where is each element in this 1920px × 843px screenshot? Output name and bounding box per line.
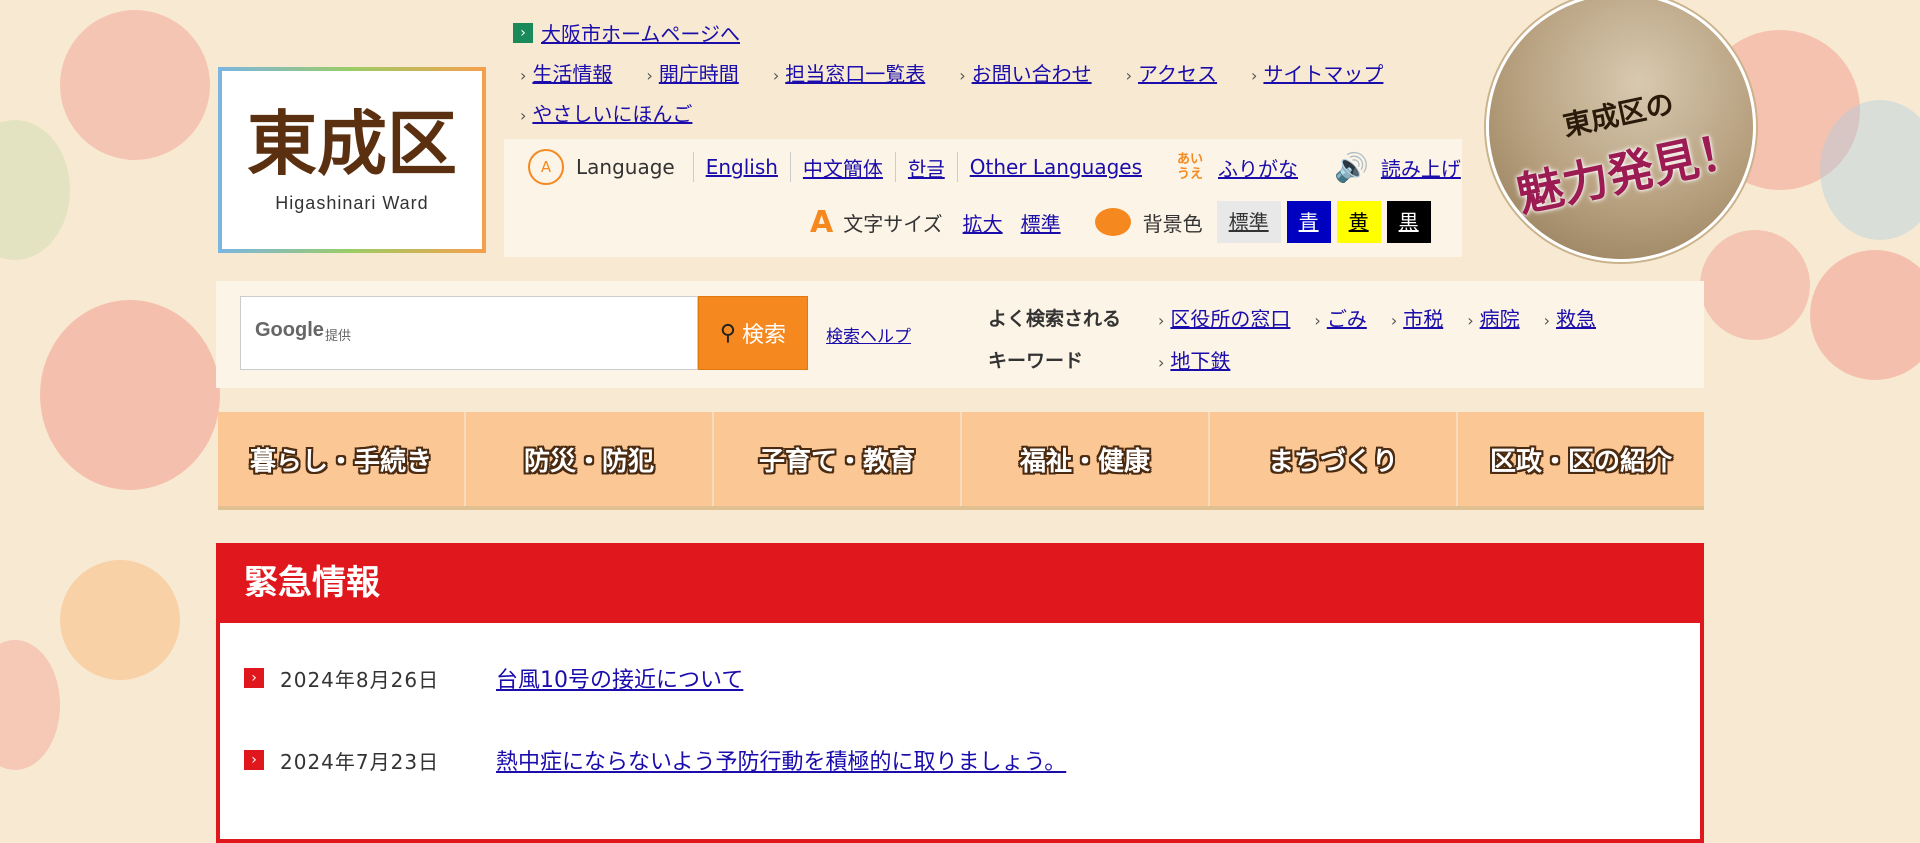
chevron-right-icon: ›	[1125, 66, 1133, 85]
logo-kanji: 東成区	[247, 102, 457, 185]
nav-administration[interactable]: 区政・区の紹介	[1458, 412, 1704, 506]
easy-japanese-row: › やさしいにほんご	[520, 98, 692, 127]
search-button[interactable]: ⚲ 検索	[698, 296, 808, 370]
palette-icon	[1094, 208, 1131, 236]
chevron-right-icon: ›	[520, 66, 527, 85]
chevron-right-icon: ›	[244, 668, 264, 688]
bg-color-blue-button[interactable]: 青	[1286, 201, 1331, 243]
lang-chinese-link[interactable]: 中文簡体	[803, 153, 883, 182]
header-link-row: › 生活情報 › 開庁時間 › 担当窓口一覧表 › お問い合わせ › アクセス › サイトマ…	[520, 58, 1383, 87]
search-help-link[interactable]: 検索ヘルプ	[826, 322, 911, 347]
utility-panel: A Language English 中文簡体 한글 Other Languag…	[504, 139, 1462, 257]
speaker-icon: 🔊	[1334, 150, 1369, 184]
rose-decoration	[1700, 230, 1810, 340]
rose-decoration	[40, 300, 220, 490]
keyword-garbage[interactable]: ごみ	[1327, 307, 1367, 331]
news-date: 2024年8月26日	[280, 667, 440, 692]
search-button-label: 検索	[742, 323, 787, 348]
nav-childcare-education[interactable]: 子育て・教育	[714, 412, 962, 506]
chevron-right-icon: ›	[513, 22, 533, 43]
news-item: › 2024年8月26日 台風10号の接近について	[244, 662, 743, 694]
chevron-right-icon: ›	[1314, 311, 1321, 330]
chevron-right-icon: ›	[646, 66, 653, 85]
header-link-access[interactable]: アクセス	[1138, 62, 1217, 86]
language-label: Language	[576, 155, 675, 179]
lang-english-link[interactable]: English	[706, 155, 778, 179]
chevron-right-icon: ›	[244, 750, 264, 770]
chevron-right-icon: ›	[520, 106, 527, 125]
keyword-ward-office[interactable]: 区役所の窓口	[1170, 307, 1290, 331]
bg-color-black-button[interactable]: 黒	[1386, 201, 1431, 243]
keyword-city-tax[interactable]: 市税	[1403, 307, 1443, 331]
lang-other-link[interactable]: Other Languages	[970, 155, 1142, 179]
chevron-right-icon: ›	[1467, 311, 1474, 330]
chevron-right-icon: ›	[1251, 66, 1258, 85]
charm-discovery-badge[interactable]: 東成区の 魅力発見！	[1460, 0, 1782, 288]
search-icon: ⚲	[719, 320, 737, 346]
header-link-sitemap[interactable]: サイトマップ	[1263, 62, 1383, 86]
lang-korean-link[interactable]: 한글	[908, 153, 945, 182]
header-link-hours[interactable]: 開庁時間	[659, 62, 739, 86]
news-link[interactable]: 台風10号の接近について	[496, 662, 743, 694]
popular-keywords-label: よく検索される キーワード	[988, 308, 1122, 372]
language-icon: A	[528, 149, 564, 185]
rose-decoration	[0, 120, 70, 260]
chevron-right-icon: ›	[1390, 311, 1398, 330]
chevron-right-icon: ›	[1158, 353, 1165, 372]
keyword-emergency[interactable]: 救急	[1556, 307, 1596, 331]
rose-decoration	[0, 640, 60, 770]
furigana-icon: あいうえ	[1176, 152, 1203, 182]
nav-welfare-health[interactable]: 福祉・健康	[962, 412, 1210, 506]
main-nav: 暮らし・手続き 防災・防犯 子育て・教育 福祉・健康 まちづくり 区政・区の紹介	[218, 412, 1704, 506]
chevron-right-icon: ›	[1158, 311, 1165, 330]
osaka-city-link-row: › 大阪市ホームページへ	[513, 18, 740, 47]
popular-keywords-row2: › 地下鉄	[1158, 340, 1230, 384]
keyword-hospital[interactable]: 病院	[1480, 307, 1520, 331]
news-link[interactable]: 熱中症にならないよう予防行動を積極的に取りましょう。	[496, 744, 1066, 776]
rose-decoration	[1820, 100, 1920, 240]
read-aloud-link[interactable]: 読み上げ	[1381, 153, 1461, 182]
header-link-life[interactable]: 生活情報	[532, 62, 612, 86]
emergency-title: 緊急情報	[216, 543, 1704, 623]
font-size-icon: A	[810, 204, 834, 240]
news-item: › 2024年7月23日 熱中症にならないよう予防行動を積極的に取りましょう。	[244, 744, 1066, 776]
rose-decoration	[1810, 250, 1920, 380]
popular-keywords-row1: › 区役所の窓口 › ごみ › 市税 › 病院 › 救急	[1158, 298, 1596, 342]
nav-disaster-crime[interactable]: 防災・防犯	[466, 412, 714, 506]
news-date: 2024年7月23日	[280, 749, 440, 774]
font-size-standard-link[interactable]: 標準	[1021, 208, 1061, 237]
chevron-right-icon: ›	[959, 66, 966, 85]
bg-color-standard-button[interactable]: 標準	[1216, 201, 1281, 243]
header-link-counters[interactable]: 担当窓口一覧表	[785, 62, 925, 86]
chevron-right-icon: ›	[1543, 311, 1551, 330]
chevron-right-icon: ›	[772, 66, 780, 85]
logo-english: Higashinari Ward	[275, 193, 429, 213]
nav-living-procedures[interactable]: 暮らし・手続き	[218, 412, 466, 506]
bg-color-yellow-button[interactable]: 黄	[1336, 201, 1381, 243]
keyword-subway[interactable]: 地下鉄	[1170, 349, 1230, 373]
furigana-link[interactable]: ふりがな	[1218, 153, 1298, 182]
font-size-large-link[interactable]: 拡大	[963, 208, 1003, 237]
easy-japanese-link[interactable]: やさしいにほんご	[532, 102, 692, 126]
font-size-label: 文字サイズ	[843, 211, 943, 236]
header-link-contact[interactable]: お問い合わせ	[972, 62, 1092, 86]
rose-decoration	[60, 10, 210, 160]
rose-decoration	[60, 560, 180, 680]
bg-color-label: 背景色	[1142, 211, 1203, 236]
search-input[interactable]: Google 提供	[240, 296, 698, 370]
osaka-city-home-link[interactable]: 大阪市ホームページへ	[541, 18, 740, 47]
site-logo[interactable]: 東成区 Higashinari Ward	[218, 67, 486, 253]
google-provided-label: 提供	[325, 329, 352, 344]
google-label: Google	[255, 319, 324, 341]
nav-town-planning[interactable]: まちづくり	[1210, 412, 1458, 506]
